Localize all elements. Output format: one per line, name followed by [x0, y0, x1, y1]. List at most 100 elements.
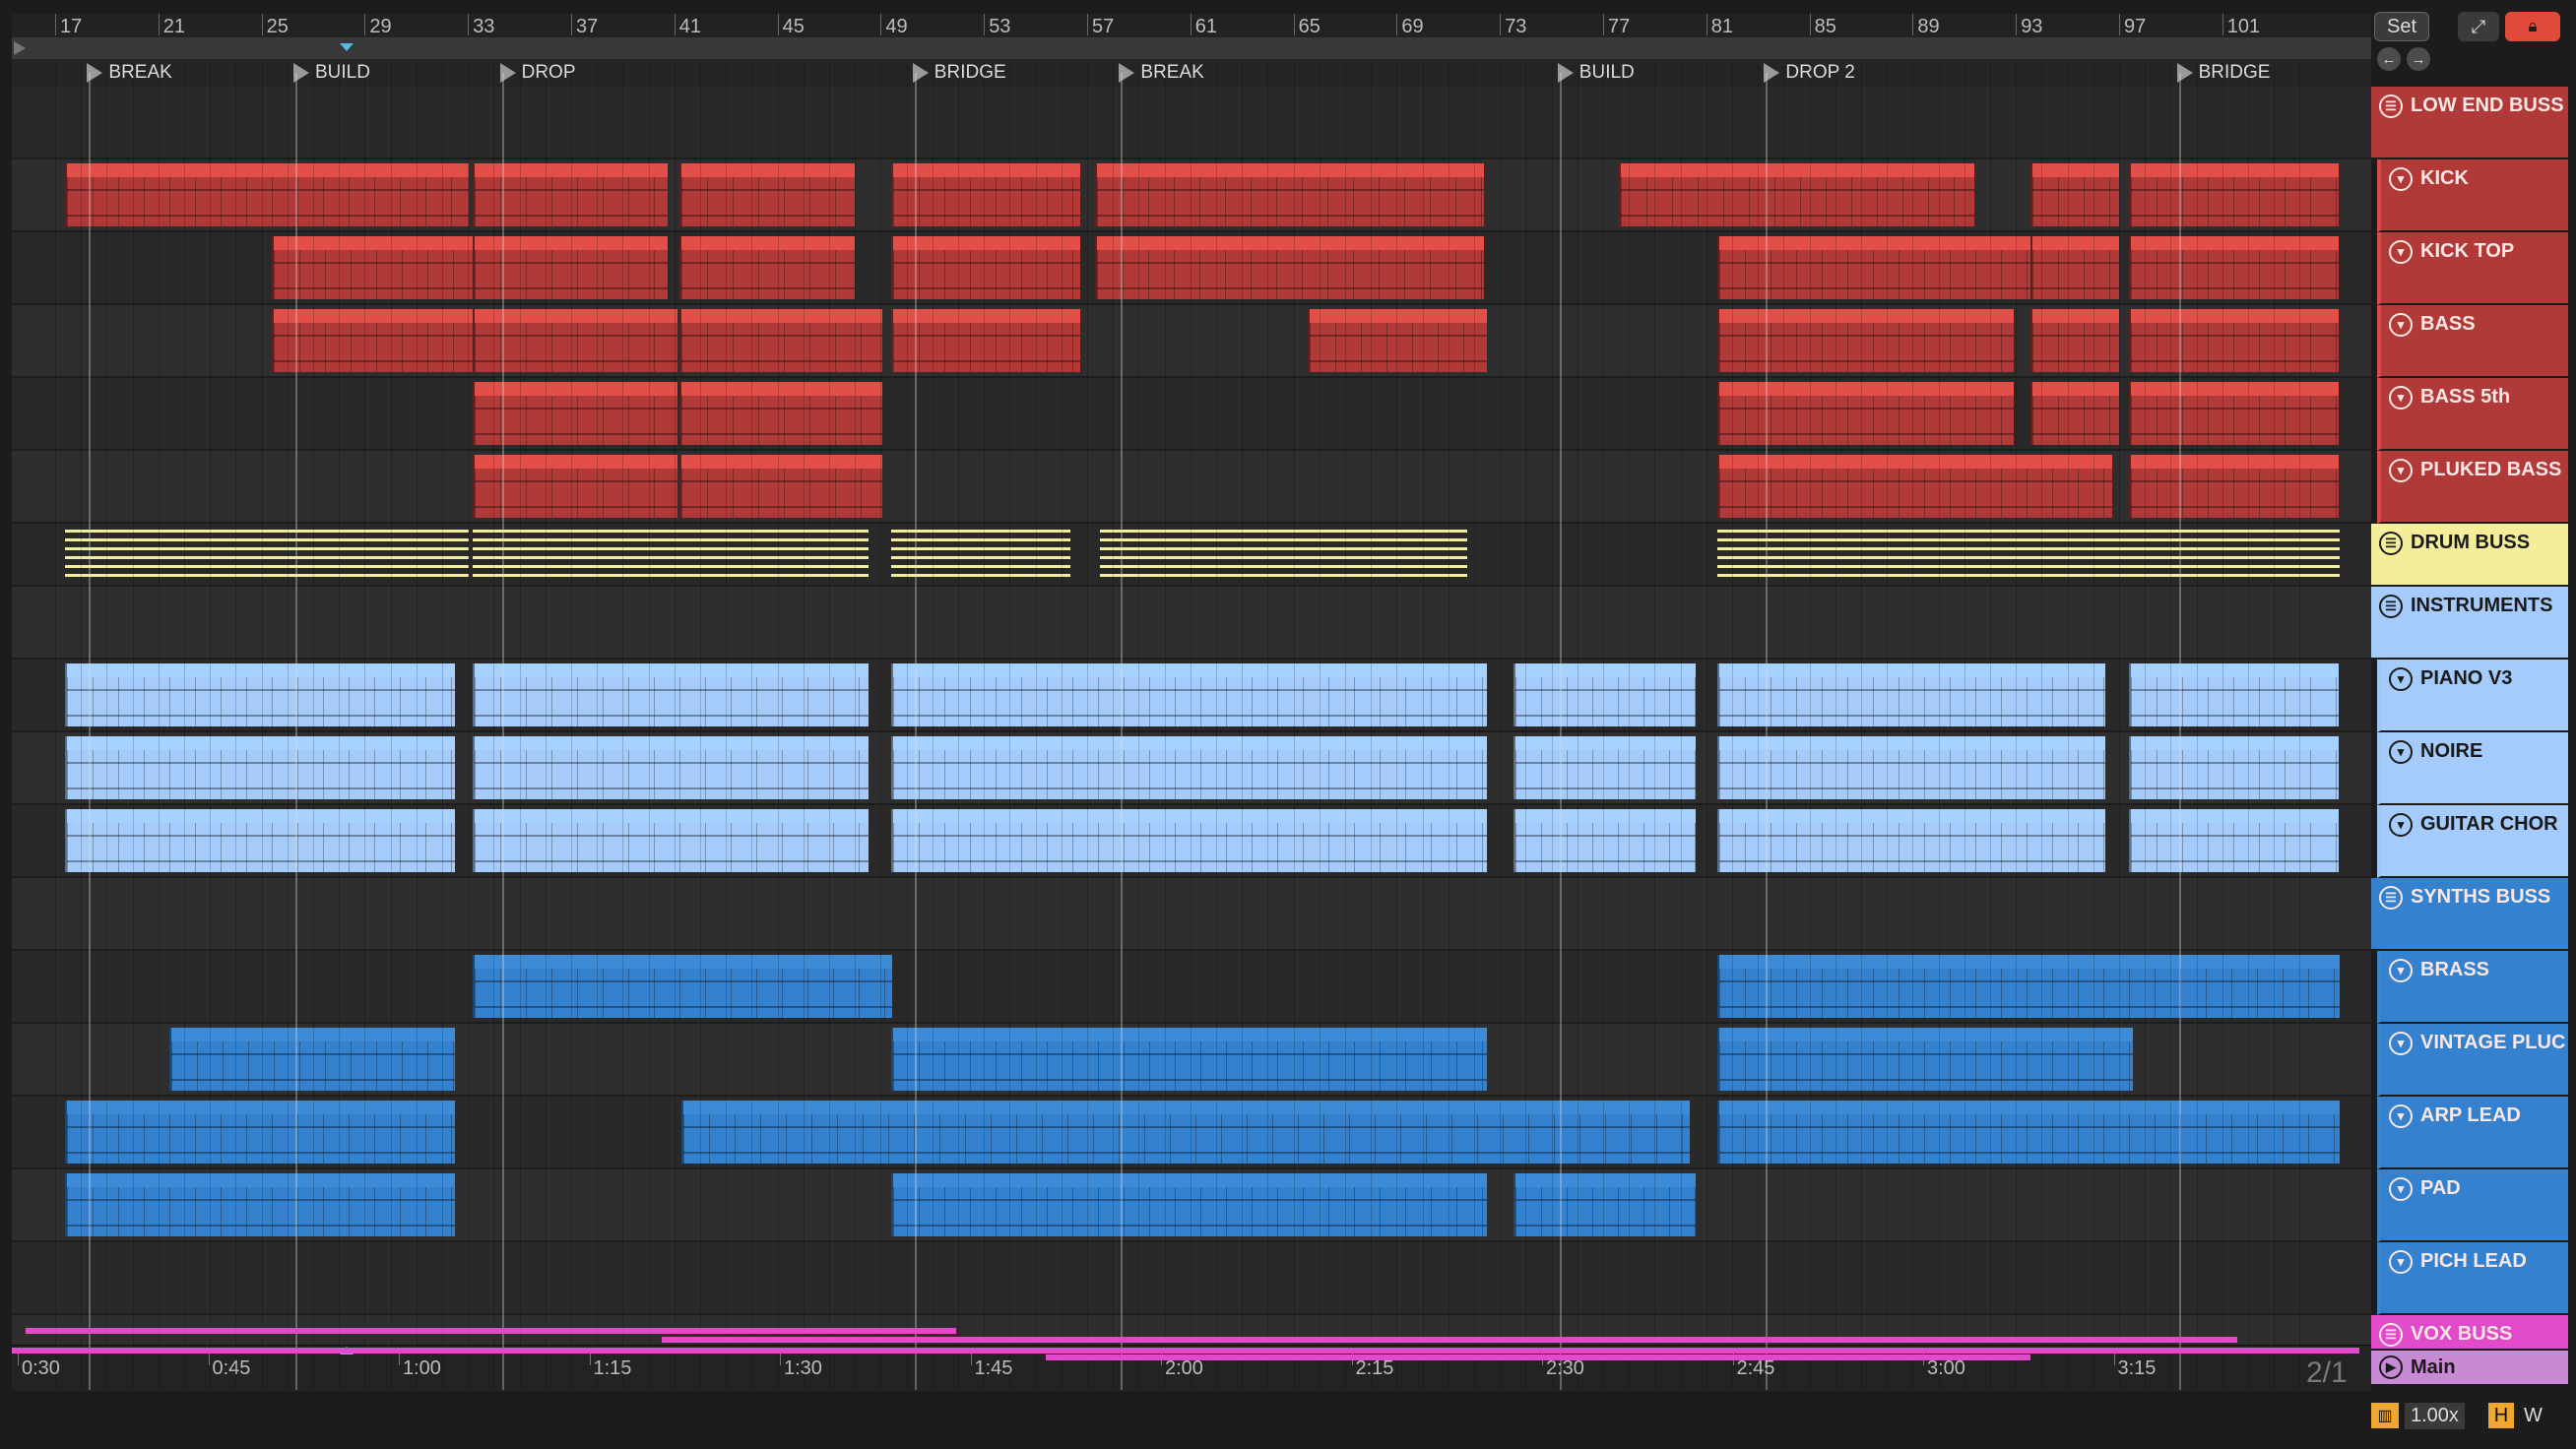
clip[interactable]	[2030, 382, 2119, 445]
clip[interactable]	[473, 530, 869, 579]
clip[interactable]	[473, 455, 677, 518]
clip[interactable]	[473, 236, 668, 299]
track-header-drum-buss[interactable]: ☰ DRUM BUSS	[2371, 524, 2568, 587]
track-header-bass[interactable]: ▾ BASS	[2377, 305, 2568, 378]
clip[interactable]	[891, 236, 1080, 299]
locator-3[interactable]: BRIDGE	[912, 59, 1006, 87]
lane-low-end-buss[interactable]	[12, 87, 2371, 159]
clip[interactable]	[1717, 955, 2340, 1018]
device-fold-icon[interactable]: ▾	[2389, 1032, 2413, 1055]
clip[interactable]	[1717, 455, 2112, 518]
track-header-guitar-chor[interactable]: ▾ GUITAR CHOR	[2377, 805, 2568, 878]
clip[interactable]	[2129, 663, 2339, 726]
clip[interactable]	[473, 736, 869, 799]
clip[interactable]	[1717, 1028, 2133, 1091]
zoom-value[interactable]: 1.00x	[2405, 1402, 2465, 1429]
clip[interactable]	[2129, 382, 2339, 445]
clip[interactable]	[679, 309, 882, 372]
clip[interactable]	[473, 163, 668, 226]
track-header-pich-lead[interactable]: ▾ PICH LEAD	[2377, 1242, 2568, 1315]
clip[interactable]	[2129, 809, 2339, 872]
device-fold-icon[interactable]: ▾	[2389, 667, 2413, 691]
lane-kick[interactable]	[12, 159, 2371, 232]
lane-synths-buss[interactable]	[12, 878, 2371, 951]
clip[interactable]	[2030, 309, 2119, 372]
lane-pad[interactable]	[12, 1169, 2371, 1242]
expand-button[interactable]: ⤢	[2458, 12, 2499, 41]
locator-5[interactable]: BUILD	[1557, 59, 1635, 87]
device-fold-icon[interactable]: ▾	[2389, 167, 2413, 191]
locator-7[interactable]: BRIDGE	[2176, 59, 2270, 87]
clip[interactable]	[1717, 309, 2014, 372]
clip[interactable]	[1717, 530, 2340, 579]
clip[interactable]	[891, 163, 1080, 226]
clip[interactable]	[473, 955, 892, 1018]
clip[interactable]	[1308, 309, 1487, 372]
loop-bar[interactable]	[12, 37, 2371, 60]
device-fold-icon[interactable]: ▾	[2389, 1177, 2413, 1201]
clip[interactable]	[169, 1028, 455, 1091]
locator-2[interactable]: DROP	[499, 59, 576, 87]
locator-4[interactable]: BREAK	[1119, 59, 1204, 87]
clip[interactable]	[65, 1101, 455, 1164]
w-toggle-button[interactable]: W	[2524, 1405, 2543, 1427]
track-header-bass-5th[interactable]: ▾ BASS 5th	[2377, 378, 2568, 451]
device-fold-icon[interactable]: ▾	[2389, 313, 2413, 337]
lock-button[interactable]: 🔒︎	[2505, 12, 2560, 41]
clip[interactable]	[1095, 236, 1484, 299]
clip[interactable]	[1717, 1101, 2340, 1164]
clip[interactable]	[1513, 809, 1696, 872]
clip[interactable]	[1717, 382, 2014, 445]
clip[interactable]	[679, 163, 855, 226]
lane-bass-5th[interactable]	[12, 378, 2371, 451]
clip[interactable]	[1619, 163, 1974, 226]
track-header-vintage-pluc[interactable]: ▾ VINTAGE PLUC	[2377, 1024, 2568, 1097]
clip[interactable]	[891, 309, 1080, 372]
set-button[interactable]: Set	[2374, 12, 2429, 41]
playhead-top-marker[interactable]	[340, 43, 354, 51]
locator-0[interactable]: BREAK	[87, 59, 172, 87]
device-fold-icon[interactable]: ▾	[2389, 1104, 2413, 1128]
clip[interactable]	[65, 1173, 455, 1236]
clip[interactable]	[65, 663, 455, 726]
clip[interactable]	[272, 236, 483, 299]
clip[interactable]	[473, 382, 677, 445]
lane-drum-buss[interactable]	[12, 524, 2371, 587]
track-header-arp-lead[interactable]: ▾ ARP LEAD	[2377, 1097, 2568, 1169]
track-header-main[interactable]: ▶ Main	[2371, 1351, 2568, 1386]
track-header-synths-buss[interactable]: ☰ SYNTHS BUSS	[2371, 878, 2568, 951]
locator-1[interactable]: BUILD	[293, 59, 370, 87]
lane-bass[interactable]	[12, 305, 2371, 378]
clip[interactable]	[2129, 163, 2339, 226]
play-icon[interactable]: ▶	[2379, 1355, 2403, 1379]
clip[interactable]	[1095, 163, 1484, 226]
group-fold-icon[interactable]: ☰	[2379, 1323, 2403, 1347]
arrow-right-icon[interactable]: →	[2407, 47, 2430, 71]
clip[interactable]	[1513, 1173, 1696, 1236]
clip[interactable]	[891, 530, 1070, 579]
lane-noire[interactable]	[12, 732, 2371, 805]
clip[interactable]	[891, 663, 1487, 726]
clip[interactable]	[2129, 309, 2339, 372]
lane-piano-v3[interactable]	[12, 660, 2371, 732]
clip[interactable]	[891, 809, 1487, 872]
clip[interactable]	[1100, 530, 1467, 579]
clip[interactable]	[65, 736, 455, 799]
group-fold-icon[interactable]: ☰	[2379, 532, 2403, 555]
bar-ruler[interactable]: 17 21 25 29 33 37 41 45 49 53 57 61 65 69 73 77 81 85 89 93…	[12, 14, 2371, 37]
track-header-pluked-bass[interactable]: ▾ PLUKED BASS	[2377, 451, 2568, 524]
clip[interactable]	[1717, 809, 2105, 872]
lane-kick-top[interactable]	[12, 232, 2371, 305]
clip[interactable]	[272, 309, 483, 372]
lane-pluked-bass[interactable]	[12, 451, 2371, 524]
group-fold-icon[interactable]: ☰	[2379, 595, 2403, 618]
device-fold-icon[interactable]: ▾	[2389, 959, 2413, 982]
group-fold-icon[interactable]: ☰	[2379, 94, 2403, 118]
arrangement-view[interactable]: 17 21 25 29 33 37 41 45 49 53 57 61 65 69 73 77 81 85 89 93…	[12, 14, 2371, 1391]
track-header-low-end-buss[interactable]: ☰ LOW END BUSS	[2371, 87, 2568, 159]
clip[interactable]	[65, 163, 469, 226]
clip[interactable]	[2129, 736, 2339, 799]
clip[interactable]	[1717, 736, 2105, 799]
waveform-zoom-icon[interactable]: ▥	[2371, 1403, 2399, 1428]
clip[interactable]	[891, 1173, 1487, 1236]
